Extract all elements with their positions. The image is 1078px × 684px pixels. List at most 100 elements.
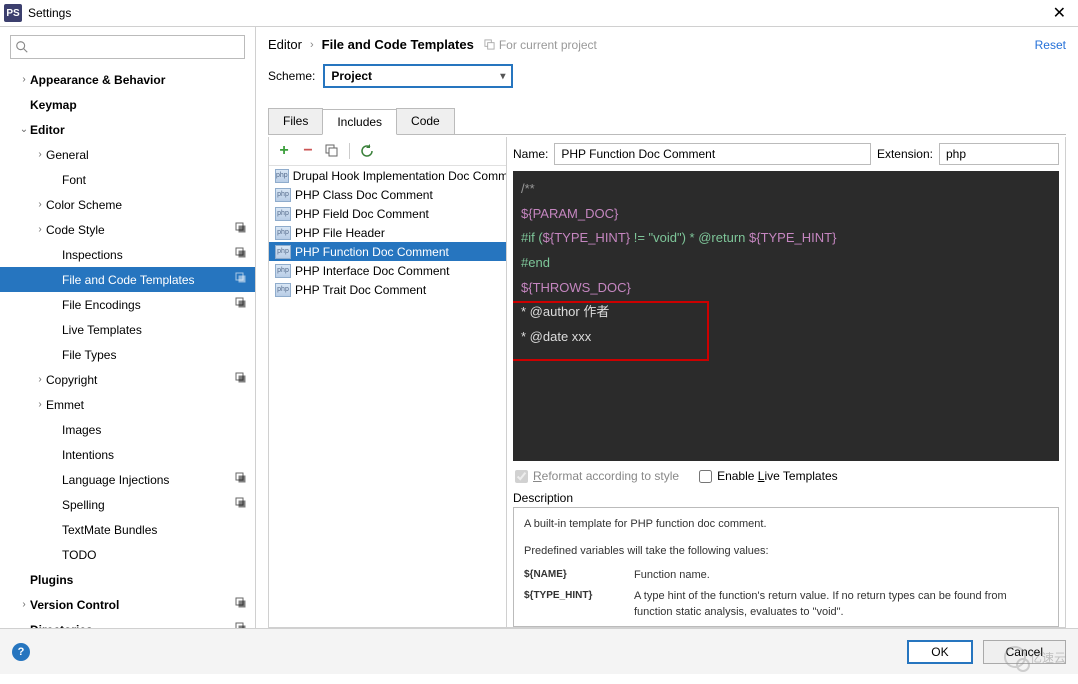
arrow-icon: ›	[18, 74, 30, 85]
tree-item-font[interactable]: Font	[0, 167, 255, 192]
search-input-wrap[interactable]	[10, 35, 245, 59]
scope-badge: For current project	[484, 38, 597, 52]
chevron-right-icon: ›	[310, 39, 314, 51]
php-file-icon: php	[275, 188, 291, 202]
reformat-checkbox[interactable]: Reformat according to style	[515, 469, 679, 483]
arrow-icon: ›	[34, 199, 46, 210]
settings-sidebar: ›Appearance & BehaviorKeymap⌄Editor›Gene…	[0, 27, 256, 628]
tab-files[interactable]: Files	[268, 108, 323, 134]
copy-button[interactable]	[323, 142, 341, 160]
tree-item-language-injections[interactable]: Language Injections	[0, 467, 255, 492]
php-file-icon: php	[275, 226, 291, 240]
description-box: A built-in template for PHP function doc…	[513, 507, 1059, 627]
copy-icon	[484, 39, 495, 50]
tree-item-emmet[interactable]: ›Emmet	[0, 392, 255, 417]
tree-item-todo[interactable]: TODO	[0, 542, 255, 567]
search-input[interactable]	[11, 36, 244, 58]
tree-item-code-style[interactable]: ›Code Style	[0, 217, 255, 242]
tree-item-intentions[interactable]: Intentions	[0, 442, 255, 467]
tree-item-textmate-bundles[interactable]: TextMate Bundles	[0, 517, 255, 542]
list-toolbar: + −	[269, 137, 506, 166]
php-file-icon: php	[275, 264, 291, 278]
tree-item-copyright[interactable]: ›Copyright	[0, 367, 255, 392]
window-title: Settings	[28, 6, 71, 20]
variable-row: ${NAME}Function name.	[524, 567, 1048, 584]
list-item[interactable]: phpPHP Interface Doc Comment	[269, 261, 506, 280]
list-item[interactable]: phpPHP Field Doc Comment	[269, 204, 506, 223]
tree-item-color-scheme[interactable]: ›Color Scheme	[0, 192, 255, 217]
list-item[interactable]: phpPHP Trait Doc Comment	[269, 280, 506, 299]
project-scope-icon	[235, 247, 247, 262]
help-button[interactable]: ?	[12, 643, 30, 661]
php-file-icon: php	[275, 245, 291, 259]
add-button[interactable]: +	[275, 142, 293, 160]
refresh-button[interactable]	[358, 142, 376, 160]
reset-link[interactable]: Reset	[1035, 38, 1066, 52]
project-scope-icon	[235, 472, 247, 487]
project-scope-icon	[235, 597, 247, 612]
arrow-icon: ›	[34, 149, 46, 160]
php-file-icon: php	[275, 169, 289, 183]
list-item[interactable]: phpDrupal Hook Implementation Doc Commen…	[269, 166, 506, 185]
remove-button[interactable]: −	[299, 142, 317, 160]
template-list-pane: + − phpDrupal Hook Implementation Doc Co…	[269, 137, 507, 627]
scheme-label: Scheme:	[268, 69, 315, 83]
tree-item-file-types[interactable]: File Types	[0, 342, 255, 367]
tree-item-file-encodings[interactable]: File Encodings	[0, 292, 255, 317]
tab-code[interactable]: Code	[396, 108, 455, 134]
name-label: Name:	[513, 147, 548, 161]
content-pane: Editor › File and Code Templates For cur…	[256, 27, 1078, 628]
dialog-footer: ? OK Cancel	[0, 628, 1078, 674]
app-logo-icon: PS	[4, 4, 22, 22]
variable-row: ${TYPE_HINT}A type hint of the function'…	[524, 588, 1048, 621]
tab-includes[interactable]: Includes	[322, 109, 397, 135]
list-item[interactable]: phpPHP Class Doc Comment	[269, 185, 506, 204]
arrow-icon: ›	[18, 599, 30, 610]
live-templates-checkbox[interactable]: Enable Live Templates	[699, 469, 838, 483]
arrow-icon: ⌄	[18, 124, 30, 135]
breadcrumb-root[interactable]: Editor	[268, 37, 302, 52]
titlebar: PS Settings ✕	[0, 0, 1078, 27]
project-scope-icon	[235, 222, 247, 237]
php-file-icon: php	[275, 207, 291, 221]
tree-item-appearance-behavior[interactable]: ›Appearance & Behavior	[0, 67, 255, 92]
list-item[interactable]: phpPHP Function Doc Comment	[269, 242, 506, 261]
ok-button[interactable]: OK	[907, 640, 972, 664]
chevron-down-icon: ▾	[500, 71, 505, 82]
project-scope-icon	[235, 272, 247, 287]
arrow-icon: ›	[34, 224, 46, 235]
settings-tree: ›Appearance & BehaviorKeymap⌄Editor›Gene…	[0, 65, 255, 628]
tree-item-version-control[interactable]: ›Version Control	[0, 592, 255, 617]
close-icon[interactable]: ✕	[1045, 3, 1074, 23]
tabs-row: FilesIncludesCode	[268, 108, 1066, 135]
tree-item-general[interactable]: ›General	[0, 142, 255, 167]
cancel-button[interactable]: Cancel	[983, 640, 1066, 664]
project-scope-icon	[235, 497, 247, 512]
tree-item-inspections[interactable]: Inspections	[0, 242, 255, 267]
tree-item-directories[interactable]: Directories	[0, 617, 255, 628]
tree-item-spelling[interactable]: Spelling	[0, 492, 255, 517]
arrow-icon: ›	[34, 399, 46, 410]
search-icon	[15, 40, 29, 54]
project-scope-icon	[235, 297, 247, 312]
extension-label: Extension:	[877, 147, 933, 161]
project-scope-icon	[235, 622, 247, 628]
tree-item-live-templates[interactable]: Live Templates	[0, 317, 255, 342]
arrow-icon: ›	[34, 374, 46, 385]
template-name-input[interactable]	[554, 143, 871, 165]
tree-item-file-and-code-templates[interactable]: File and Code Templates	[0, 267, 255, 292]
template-editor-pane: Name: Extension: /** ${PARAM_DOC} #if ($…	[507, 137, 1065, 627]
tree-item-keymap[interactable]: Keymap	[0, 92, 255, 117]
php-file-icon: php	[275, 283, 291, 297]
breadcrumb-leaf: File and Code Templates	[322, 37, 474, 52]
breadcrumb: Editor › File and Code Templates For cur…	[268, 37, 1066, 52]
template-extension-input[interactable]	[939, 143, 1059, 165]
tree-item-plugins[interactable]: Plugins	[0, 567, 255, 592]
scheme-select[interactable]: Project ▾	[323, 64, 513, 88]
tree-item-images[interactable]: Images	[0, 417, 255, 442]
tree-item-editor[interactable]: ⌄Editor	[0, 117, 255, 142]
code-editor[interactable]: /** ${PARAM_DOC} #if (${TYPE_HINT} != "v…	[513, 171, 1059, 461]
project-scope-icon	[235, 372, 247, 387]
list-item[interactable]: phpPHP File Header	[269, 223, 506, 242]
template-list: phpDrupal Hook Implementation Doc Commen…	[269, 166, 506, 627]
